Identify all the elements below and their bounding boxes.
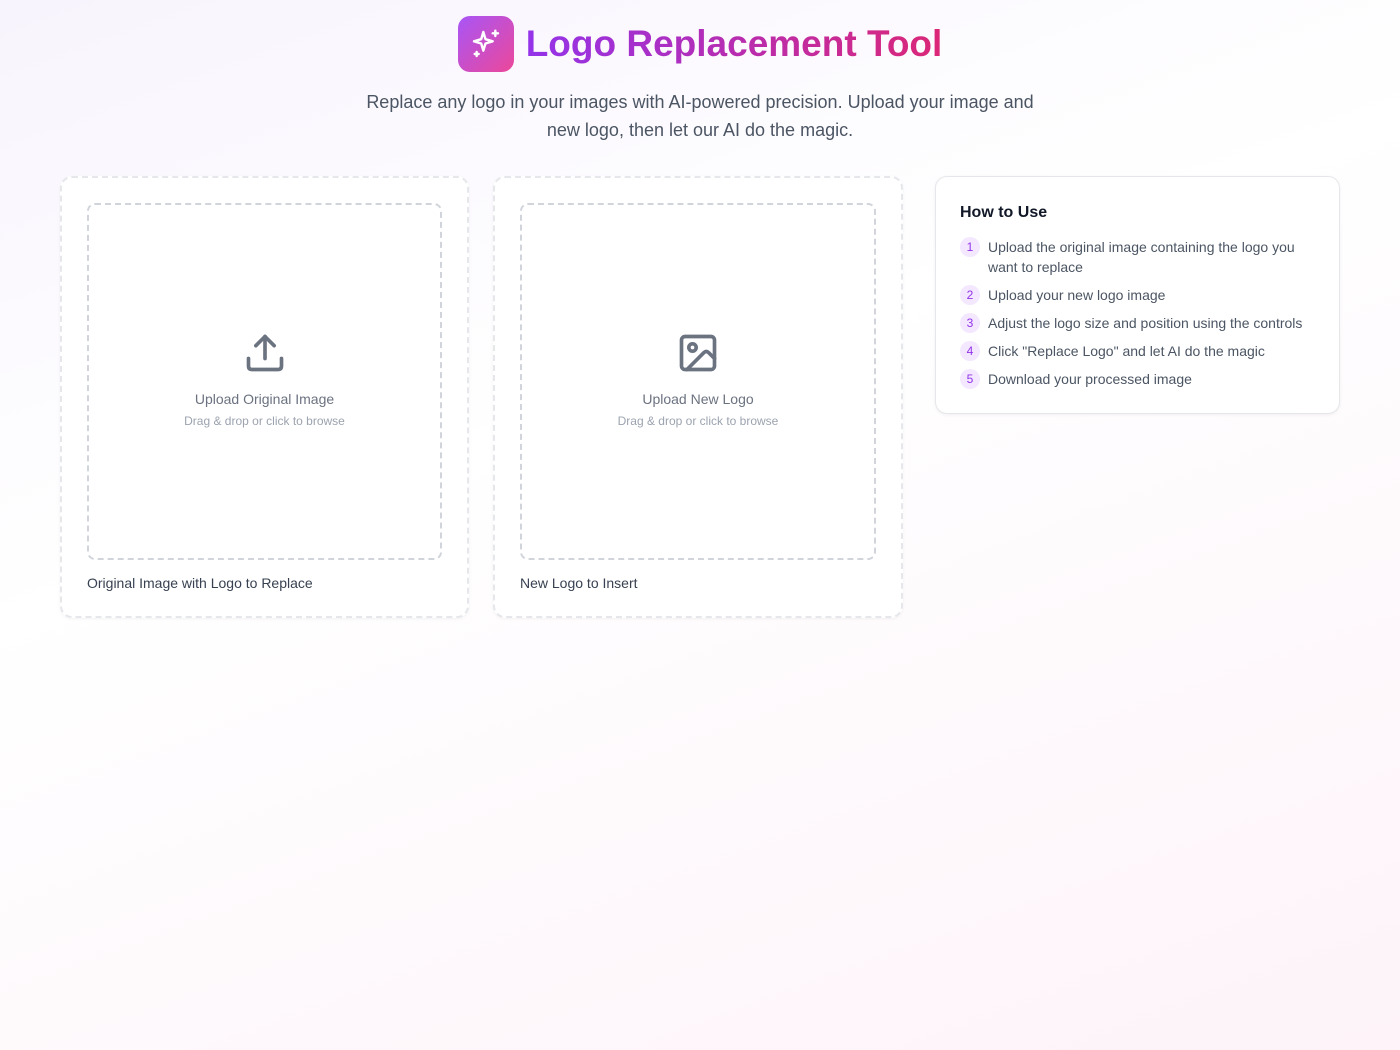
card-caption: Original Image with Logo to Replace xyxy=(87,575,313,591)
page-title: Logo Replacement Tool xyxy=(526,16,943,72)
step-item: 4 Click "Replace Logo" and let AI do the… xyxy=(960,341,1315,361)
dropzone-hint: Drag & drop or click to browse xyxy=(184,413,345,428)
sparkles-icon xyxy=(472,29,499,58)
step-item: 1 Upload the original image containing t… xyxy=(960,237,1315,277)
step-text: Download your processed image xyxy=(988,371,1192,387)
page-subtitle: Replace any logo in your images with AI-… xyxy=(366,92,1034,140)
step-text: Upload the original image containing the… xyxy=(988,239,1295,275)
step-number-badge: 3 xyxy=(960,313,980,333)
upload-icon xyxy=(246,334,283,371)
app-logo xyxy=(457,16,514,72)
dropzone-title: Upload Original Image xyxy=(194,390,335,407)
step-item: 3 Adjust the logo size and position usin… xyxy=(960,313,1315,333)
step-number-badge: 5 xyxy=(960,369,980,389)
image-icon xyxy=(679,334,717,371)
new-logo-card: Upload New Logo Drag & drop or click to … xyxy=(493,176,903,618)
original-image-dropzone[interactable]: Upload Original Image Drag & drop or cli… xyxy=(87,203,442,560)
step-text: Click "Replace Logo" and let AI do the m… xyxy=(988,343,1265,359)
how-to-use-title: How to Use xyxy=(960,204,1048,221)
step-text: Upload your new logo image xyxy=(988,287,1166,303)
step-number-badge: 4 xyxy=(960,341,980,361)
app-header: Logo Replacement Tool xyxy=(0,16,1400,72)
step-item: 2 Upload your new logo image xyxy=(960,285,1315,305)
how-to-use-panel: How to Use 1 Upload the original image c… xyxy=(935,176,1340,414)
dropzone-hint: Drag & drop or click to browse xyxy=(617,413,779,428)
step-number-badge: 2 xyxy=(960,285,980,305)
original-image-card: Upload Original Image Drag & drop or cli… xyxy=(60,176,469,618)
step-item: 5 Download your processed image xyxy=(960,369,1315,389)
dropzone-title: Upload New Logo xyxy=(642,390,754,407)
card-caption: New Logo to Insert xyxy=(520,575,638,591)
step-text: Adjust the logo size and position using … xyxy=(988,315,1303,331)
step-number-badge: 1 xyxy=(960,237,980,257)
new-logo-dropzone[interactable]: Upload New Logo Drag & drop or click to … xyxy=(520,203,876,560)
